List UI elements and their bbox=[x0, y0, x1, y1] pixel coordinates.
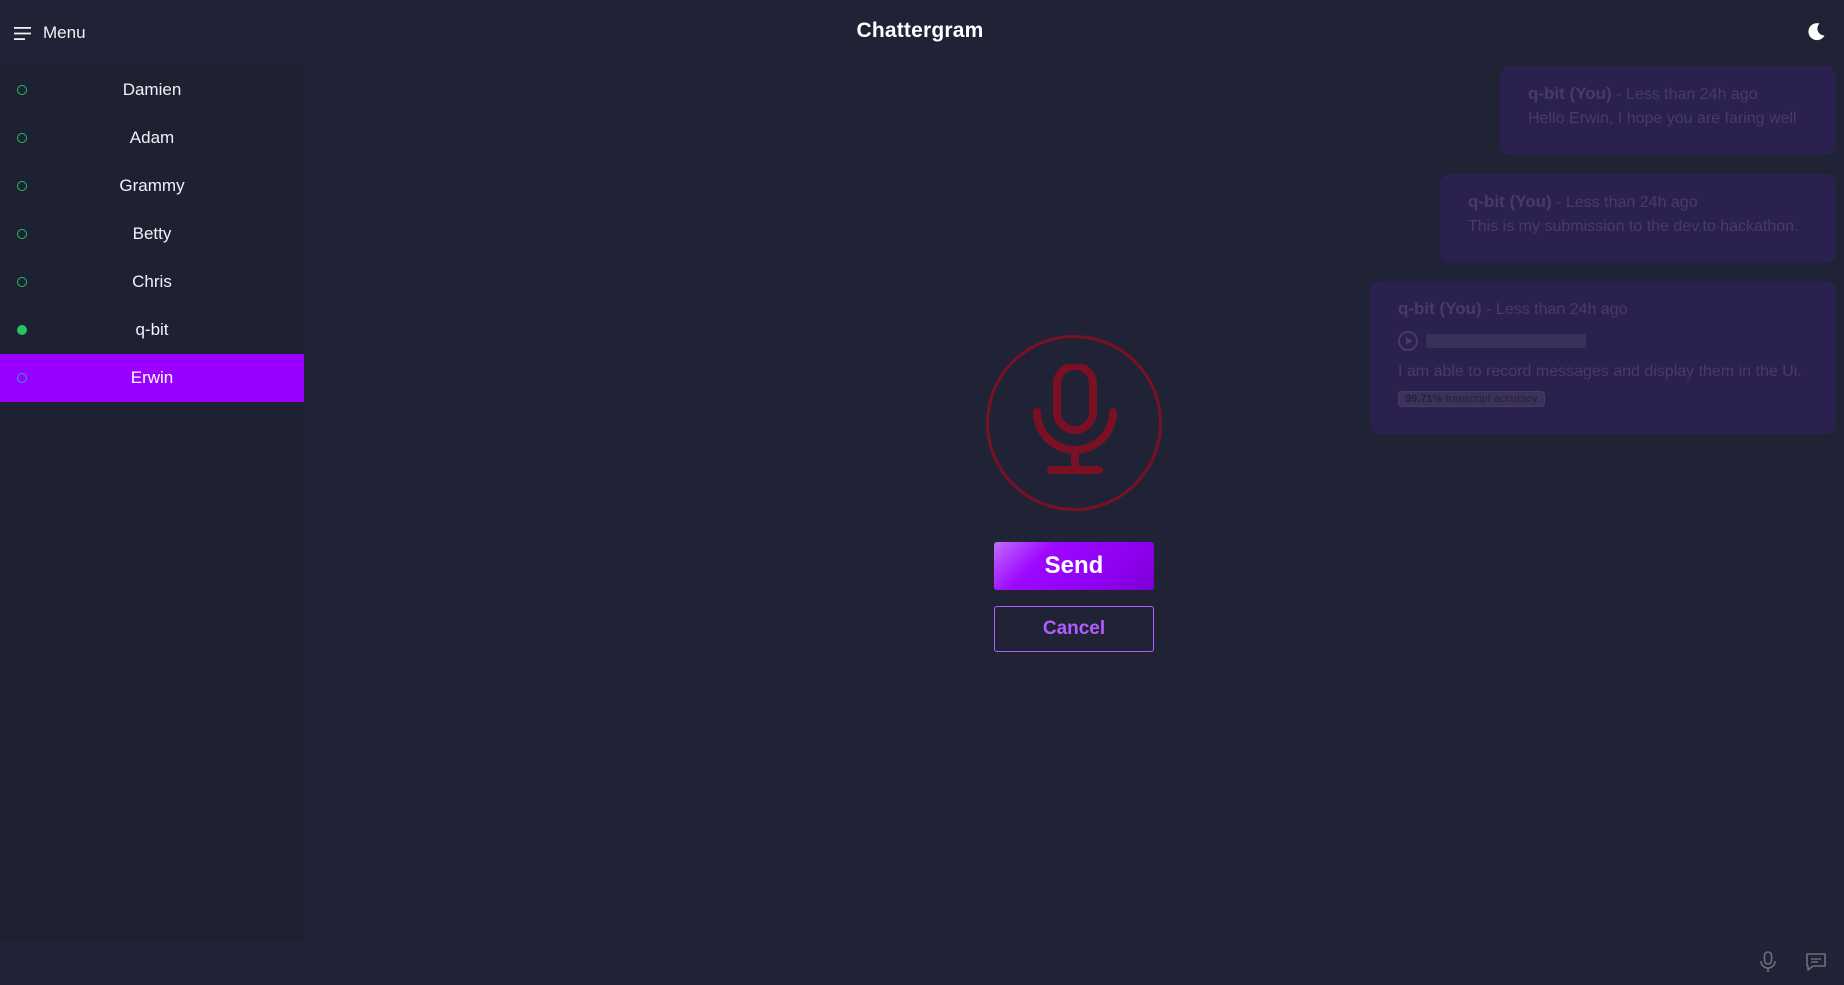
message-author: q-bit (You) bbox=[1468, 192, 1552, 211]
message-author: q-bit (You) bbox=[1398, 299, 1482, 318]
audio-progress-track[interactable] bbox=[1426, 334, 1586, 348]
recording-indicator[interactable] bbox=[986, 335, 1162, 511]
app-title: Chattergram bbox=[856, 19, 984, 42]
status-indicator bbox=[17, 373, 27, 383]
status-indicator bbox=[17, 181, 27, 191]
contact-item-chris[interactable]: Chris bbox=[0, 258, 304, 306]
message-bubble: q-bit (You) - Less than 24h ago Hello Er… bbox=[1500, 66, 1836, 155]
message-time: - Less than 24h ago bbox=[1551, 194, 1698, 211]
message-author: q-bit (You) bbox=[1528, 84, 1612, 103]
status-indicator bbox=[17, 133, 27, 143]
contact-sidebar: Damien Adam Grammy Betty Chris q-bit Erw… bbox=[0, 66, 304, 940]
accuracy-value: 99.71% bbox=[1405, 393, 1443, 405]
status-indicator bbox=[17, 229, 27, 239]
message-text: This is my submission to the dev.to hack… bbox=[1468, 218, 1799, 235]
message-time: - Less than 24h ago bbox=[1611, 86, 1758, 103]
message-text: I am able to record messages and display… bbox=[1398, 363, 1802, 380]
status-indicator-online bbox=[17, 325, 27, 335]
message-meta: q-bit (You) - Less than 24h ago bbox=[1468, 192, 1808, 212]
message-text: Hello Erwin, I hope you are faring well bbox=[1528, 110, 1797, 127]
contact-name: Damien bbox=[122, 80, 182, 99]
status-indicator bbox=[17, 277, 27, 287]
top-bar: Menu Chattergram bbox=[0, 0, 1844, 66]
chat-bubble-icon[interactable] bbox=[1804, 950, 1828, 974]
message-meta: q-bit (You) - Less than 24h ago bbox=[1398, 299, 1808, 319]
bottom-bar bbox=[0, 940, 1844, 985]
contact-item-betty[interactable]: Betty bbox=[0, 210, 304, 258]
audio-player bbox=[1398, 331, 1808, 351]
transcript-accuracy-badge: 99.71% transcript accuracy bbox=[1398, 391, 1545, 407]
contact-name: Grammy bbox=[119, 176, 185, 195]
contact-name: Adam bbox=[129, 128, 175, 147]
theme-toggle-button[interactable] bbox=[1806, 22, 1828, 44]
contact-name: Betty bbox=[132, 224, 172, 243]
contact-item-q-bit[interactable]: q-bit bbox=[0, 306, 304, 354]
message-time: - Less than 24h ago bbox=[1481, 301, 1628, 318]
moon-icon bbox=[1806, 23, 1826, 46]
message-bubble: q-bit (You) - Less than 24h ago This is … bbox=[1440, 174, 1836, 263]
accuracy-label: transcript accuracy bbox=[1442, 393, 1538, 405]
send-button[interactable]: Send bbox=[994, 542, 1154, 590]
contact-name: Chris bbox=[132, 272, 172, 291]
contact-item-adam[interactable]: Adam bbox=[0, 114, 304, 162]
contact-name: Erwin bbox=[130, 368, 174, 387]
play-icon[interactable] bbox=[1398, 331, 1418, 351]
contact-item-grammy[interactable]: Grammy bbox=[0, 162, 304, 210]
message-meta: q-bit (You) - Less than 24h ago bbox=[1528, 84, 1808, 104]
contact-item-erwin[interactable]: Erwin bbox=[0, 354, 304, 402]
cancel-button[interactable]: Cancel bbox=[994, 606, 1154, 652]
microphone-icon[interactable] bbox=[1756, 950, 1780, 974]
message-bubble-audio: q-bit (You) - Less than 24h ago I am abl… bbox=[1370, 281, 1836, 434]
contact-name: q-bit bbox=[135, 320, 169, 339]
status-indicator bbox=[17, 85, 27, 95]
contact-item-damien[interactable]: Damien bbox=[0, 66, 304, 114]
